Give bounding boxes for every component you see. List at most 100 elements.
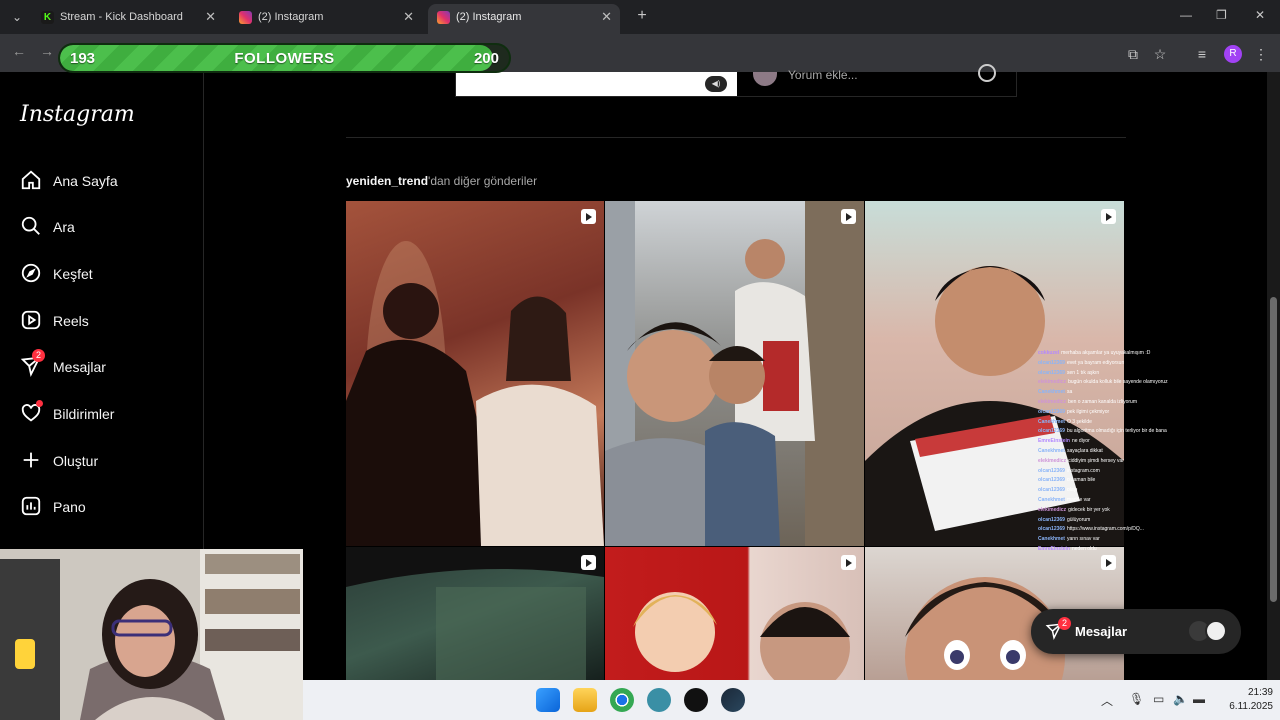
close-icon[interactable]: ✕	[601, 4, 612, 30]
reels-icon	[21, 310, 41, 330]
chat-username: olcan12369	[1038, 359, 1065, 366]
tab-search-chevron-icon[interactable]: ⌄	[6, 6, 28, 28]
install-app-icon[interactable]: ⧉	[1124, 45, 1142, 63]
chat-username: Canekhmet	[1038, 418, 1065, 425]
new-tab-button[interactable]: +	[632, 6, 652, 26]
chat-message: yarın sınav var	[1066, 536, 1100, 543]
chat-line: olcan12369 gülüyorum	[1036, 516, 1236, 526]
clock-time: 21:39	[1247, 687, 1273, 698]
chat-message: neden oldu	[1071, 545, 1097, 552]
chat-message: pek ilgimi çekmiyor	[1066, 408, 1110, 415]
forward-arrow-icon[interactable]: →	[40, 43, 54, 59]
chat-message: ne diyor	[1071, 438, 1090, 445]
profile-avatar[interactable]: R	[1224, 45, 1242, 63]
chat-line: EmreEinstein ne diyor	[1036, 437, 1236, 447]
tray-chevron-icon[interactable]: ︿	[1101, 692, 1113, 709]
network-icon[interactable]: ▭	[1153, 692, 1164, 706]
reel-icon	[1101, 555, 1116, 570]
chat-line: elekimedicz ciddiyim şimdi hersey var	[1036, 457, 1236, 467]
chat-message: gidecek bir yer yok	[1068, 506, 1110, 513]
chat-line: EmreEinstein neden oldu	[1036, 545, 1236, 555]
chat-line: cokkuzel merhaba akşamlar ya uyuyakalmışı…	[1036, 349, 1236, 359]
thumbnail-figures	[633, 592, 850, 680]
page-scrollbar[interactable]	[1267, 72, 1280, 680]
restore-icon[interactable]: ❐	[1216, 8, 1227, 22]
battery-icon[interactable]: ▬	[1193, 692, 1205, 706]
chat-message: sayaçlara dikkat	[1066, 447, 1103, 454]
more-posts-heading: yeniden_trend'dan diğer gönderiler	[346, 174, 537, 188]
followers-goal: 200	[473, 50, 499, 67]
chrome-icon[interactable]	[610, 688, 634, 712]
chat-line: olcan12369 o zaman bile	[1036, 476, 1236, 486]
tab-title: (2) Instagram	[456, 11, 522, 23]
chat-username: Canekhmet	[1038, 447, 1065, 454]
more-posts-suffix: 'dan diğer gönderiler	[428, 174, 538, 188]
back-arrow-icon[interactable]: ←	[12, 43, 26, 59]
avatar	[1205, 620, 1227, 642]
close-icon[interactable]: ✕	[205, 4, 216, 30]
windows-start-icon[interactable]	[536, 688, 560, 712]
chat-line: elekimedicz bugün okulda kolluk bile saye…	[1036, 378, 1236, 388]
chat-username: EmreEinstein	[1038, 545, 1070, 552]
plus-icon	[23, 452, 39, 468]
screen: ⌄ K Stream - Kick Dashboard ✕ (2) Instag…	[0, 0, 1280, 720]
post-thumbnail[interactable]	[605, 201, 864, 546]
chat-message: olayı	[1066, 487, 1078, 494]
post-thumbnail[interactable]	[346, 201, 604, 546]
minimize-icon[interactable]: —	[1180, 8, 1192, 22]
webcam-scene	[0, 549, 303, 720]
messages-popup-button[interactable]: 2 Mesajlar	[1031, 609, 1241, 654]
streaming-app-icon[interactable]	[647, 688, 671, 712]
scrollbar-thumb[interactable]	[1270, 297, 1277, 602]
file-explorer-icon[interactable]	[573, 688, 597, 712]
taskbar-clock[interactable]: 21:39 6.11.2025	[1213, 686, 1273, 714]
post-thumbnail[interactable]	[346, 547, 604, 680]
video-bottom-edge	[456, 72, 737, 96]
microphone-icon[interactable]: 🎙	[1129, 692, 1144, 706]
chat-username: olcan12369	[1038, 516, 1065, 523]
chat-username: elekimedicz	[1038, 457, 1067, 464]
mute-icon[interactable]: ◀)	[705, 76, 727, 92]
close-icon[interactable]: ✕	[403, 4, 414, 30]
chat-line: Canekhmet sayaçlara dikkat	[1036, 447, 1236, 457]
tab-instagram-2-active[interactable]: (2) Instagram ✕	[428, 4, 620, 34]
chat-message: evet ya bayram ediyorsun	[1066, 359, 1125, 366]
clock-date: 6.11.2025	[1229, 701, 1273, 712]
chat-username: olcan12369	[1038, 477, 1065, 484]
reel-icon	[581, 555, 596, 570]
window-close-icon[interactable]: ✕	[1255, 8, 1265, 22]
emoji-icon[interactable]	[978, 64, 996, 82]
bookmark-star-icon[interactable]: ☆	[1151, 45, 1169, 63]
obs-icon[interactable]	[684, 688, 708, 712]
comment-input[interactable]: Yorum ekle...	[788, 68, 858, 82]
tab-instagram-1[interactable]: (2) Instagram ✕	[230, 4, 422, 34]
chat-message: gülüyorum	[1066, 516, 1091, 523]
volume-icon[interactable]: 🔈	[1173, 692, 1188, 706]
sidebar-item-label: Mesajlar	[53, 359, 106, 375]
chat-username: elekimedicz	[1038, 398, 1067, 405]
more-posts-username[interactable]: yeniden_trend	[346, 174, 428, 188]
instagram-icon	[239, 11, 252, 24]
chat-message: madde var	[1066, 496, 1091, 503]
media-controls-icon[interactable]: ≡	[1193, 45, 1211, 63]
chat-message: instagram.com	[1066, 467, 1100, 474]
post-thumbnail[interactable]	[605, 547, 864, 680]
steam-icon[interactable]	[721, 688, 745, 712]
chat-line: Canekhmet yarın sınav var	[1036, 535, 1236, 545]
messages-badge: 2	[32, 349, 45, 362]
messages-popup-badge: 2	[1058, 617, 1071, 630]
dashboard-icon	[21, 496, 41, 516]
sidebar-item-label: Bildirimler	[53, 406, 115, 422]
kebab-menu-icon[interactable]: ⋮	[1252, 45, 1270, 63]
thumbnail-figures	[346, 547, 604, 680]
tab-title: (2) Instagram	[258, 11, 324, 23]
chat-username: olcan12369	[1038, 467, 1065, 474]
stream-chat-overlay: cokkuzel merhaba akşamlar ya uyuyakalmışı…	[1036, 349, 1236, 555]
browser-tab-strip: ⌄ K Stream - Kick Dashboard ✕ (2) Instag…	[0, 0, 1280, 34]
compass-icon	[21, 263, 41, 283]
instagram-logo[interactable]: Instagram	[20, 102, 135, 127]
notification-dot	[36, 400, 43, 407]
chat-line: elekimedicz ben o zaman kanalda izliyorum	[1036, 398, 1236, 408]
tab-kick-dashboard[interactable]: K Stream - Kick Dashboard ✕	[32, 4, 224, 34]
chat-message: o zaman bile	[1066, 477, 1096, 484]
